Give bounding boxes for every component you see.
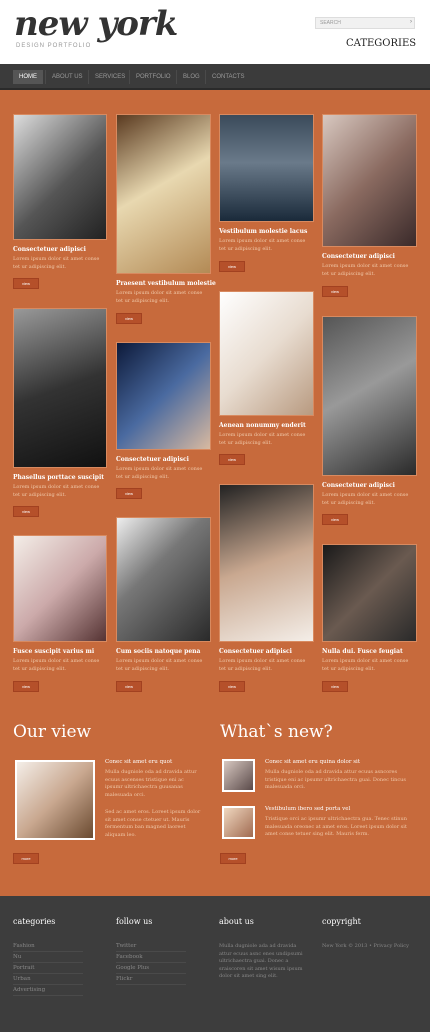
portfolio-desc: Lorem ipsum dolor sit amet conse tet ur … [322,658,409,672]
news-title[interactable]: Vestibulum ibero sed porta vel [265,806,350,812]
news-title[interactable]: Conec sit amet eru quina dolor sit [265,759,360,765]
portfolio-title[interactable]: Phasellus porttace suscipit [13,474,104,481]
view-button[interactable]: view [219,681,245,692]
footer-link-nu[interactable]: Nu [13,954,83,963]
our-view-heading[interactable]: Conec sit amet eru quot [105,759,172,765]
portfolio-image[interactable] [322,114,417,247]
portfolio-title[interactable]: Nulla dui. Fusce feugiat [322,648,403,655]
footer-copyright-heading: copyright [322,917,361,926]
search-placeholder: SEARCH [320,20,341,26]
portfolio-title[interactable]: Vestibulum molestie lacus [219,228,307,235]
portfolio-title[interactable]: Consectetuer adipisci [322,482,395,489]
portfolio-desc: Lorem ipsum dolor sit amet conse tet ur … [13,658,100,672]
portfolio-image[interactable] [116,114,211,274]
footer-link-facebook[interactable]: Facebook [116,954,186,963]
view-button[interactable]: view [13,278,39,289]
categories-heading: CATEGORIES [346,38,417,49]
portfolio-title[interactable]: Consectetuer adipisci [322,253,395,260]
view-button[interactable]: view [322,286,348,297]
portfolio-title[interactable]: Consectetuer adipisci [116,456,189,463]
view-button[interactable]: view [219,261,245,272]
our-view-more-button[interactable]: more [13,853,39,864]
portfolio-desc: Lorem ipsum dolor sit amet conse tet ur … [219,658,306,672]
portfolio-desc: Lorem ipsum dolor sit amet conse tet ur … [116,466,203,480]
nav-portfolio[interactable]: PORTFOLIO [129,70,177,84]
view-button[interactable]: view [13,681,39,692]
portfolio-image[interactable] [322,544,417,642]
view-button[interactable]: view [116,313,142,324]
footer-link-advertising[interactable]: Advertising [13,987,83,996]
view-button[interactable]: view [322,681,348,692]
news-thumb[interactable] [222,806,255,839]
view-button[interactable]: view [219,454,245,465]
footer-about-heading: about us [219,917,254,926]
our-view-title: Our view [13,722,92,742]
portfolio-image[interactable] [13,308,107,468]
site-logo[interactable]: new york [14,4,178,44]
portfolio-desc: Lorem ipsum dolor sit amet conse tet ur … [13,484,100,498]
main-nav: HOME ABOUT US SERVICES PORTFOLIO BLOG CO… [0,64,430,90]
news-text: Mulla dugniole oda ad dravida attur ecuu… [265,769,406,790]
footer-link-urban[interactable]: Urban [13,976,83,985]
portfolio-image[interactable] [219,484,314,642]
portfolio-image[interactable] [219,114,314,222]
search-input[interactable]: SEARCH › [315,17,415,29]
our-view-paragraph: Sed ac amet eros. Loreet ipsum dolor sit… [105,809,201,838]
portfolio-desc: Lorem ipsum dolor sit amet conse tet ur … [322,263,409,277]
portfolio-image[interactable] [322,316,417,476]
portfolio-title[interactable]: Praesent vestibulum molestie [116,280,216,287]
portfolio-desc: Lorem ipsum dolor sit amet conse tet ur … [219,432,306,446]
portfolio-desc: Lorem ipsum dolor sit amet conse tet ur … [13,256,100,270]
news-text: Tristique orci ac ipsumr ultrichaectra g… [265,816,407,837]
portfolio-title[interactable]: Consectetuer adipisci [13,246,86,253]
portfolio-title[interactable]: Fusce suscipit varius mi [13,648,94,655]
portfolio-image[interactable] [219,291,314,416]
nav-contacts[interactable]: CONTACTS [205,70,251,84]
portfolio-image[interactable] [116,517,211,642]
portfolio-title[interactable]: Aenean nonummy enderit [219,422,306,429]
site-footer: categories Fashion Nu Portrait Urban Adv… [0,896,430,1032]
whats-new-more-button[interactable]: more [220,853,246,864]
portfolio-title[interactable]: Cum sociis natoque pena [116,648,200,655]
portfolio-desc: Lorem ipsum dolor sit amet conse tet ur … [219,238,306,252]
portfolio-image[interactable] [13,535,107,642]
search-icon[interactable]: › [410,19,412,25]
view-button[interactable]: view [322,514,348,525]
portfolio-title[interactable]: Consectetuer adipisci [219,648,292,655]
site-header: new york DESIGN PORTFOLIO SEARCH › CATEG… [0,0,430,64]
our-view-image [15,760,95,840]
portfolio-desc: Lorem ipsum dolor sit amet conse tet ur … [322,492,409,506]
nav-about-us[interactable]: ABOUT US [45,70,89,84]
view-button[interactable]: view [116,681,142,692]
footer-link-flickr[interactable]: Flickr [116,976,186,985]
nav-services[interactable]: SERVICES [88,70,131,84]
news-thumb[interactable] [222,759,255,792]
our-view-paragraph: Mulla dugniole oda ad dravida attur ecuu… [105,769,197,798]
portfolio-desc: Lorem ipsum dolor sit amet conse tet ur … [116,290,203,304]
footer-follow-heading: follow us [116,917,153,926]
portfolio-desc: Lorem ipsum dolor sit amet conse tet ur … [116,658,203,672]
nav-blog[interactable]: BLOG [176,70,206,84]
footer-link-fashion[interactable]: Fashion [13,943,83,952]
portfolio-image[interactable] [116,342,211,450]
portfolio-image[interactable] [13,114,107,240]
footer-link-google-plus[interactable]: Google Plus [116,965,186,974]
logo-subtitle: DESIGN PORTFOLIO [16,43,92,49]
nav-home[interactable]: HOME [13,70,43,84]
footer-about-text: Mulla dugniole ada ad dravida attur ecuu… [219,943,303,979]
footer-link-portrait[interactable]: Portrait [13,965,83,974]
footer-copyright-text: New York © 2013 • Privacy Policy [322,943,409,949]
view-button[interactable]: view [116,488,142,499]
whats-new-title: What`s new? [220,722,333,742]
footer-categories-heading: categories [13,917,56,926]
view-button[interactable]: view [13,506,39,517]
footer-link-twitter[interactable]: Twitter [116,943,186,952]
